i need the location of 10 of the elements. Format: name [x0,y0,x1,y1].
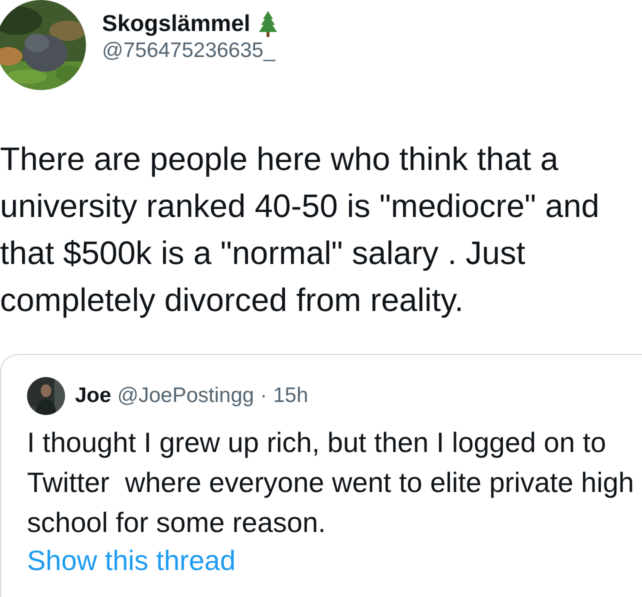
quoted-tweet-text: I thought I grew up rich, but then I logged on to Twitter where everyone went to elite private high school for some reason. [27,426,635,540]
quoted-author-name: Joe [75,384,112,408]
author-handle[interactable]: @756475236635_ [102,39,278,63]
quoted-tweet-card[interactable]: Joe @JoePostingg · 15h I thought I grew up rich, but then I logged on to Twitter where everyone went to elite private high school for some reason. Show this thread [0,354,642,597]
author-name: Skogslämmel [102,10,250,37]
separator: · [260,384,268,408]
tweet-text: There are people here who think that a university ranked 40-50 is "mediocre" and that $500k is a "normal" salary . Just completely divorced from reality. [0,140,600,320]
timestamp: 15h [273,384,308,408]
tree-icon [258,10,278,36]
quoted-author-handle[interactable]: @JoePostingg [117,384,254,408]
